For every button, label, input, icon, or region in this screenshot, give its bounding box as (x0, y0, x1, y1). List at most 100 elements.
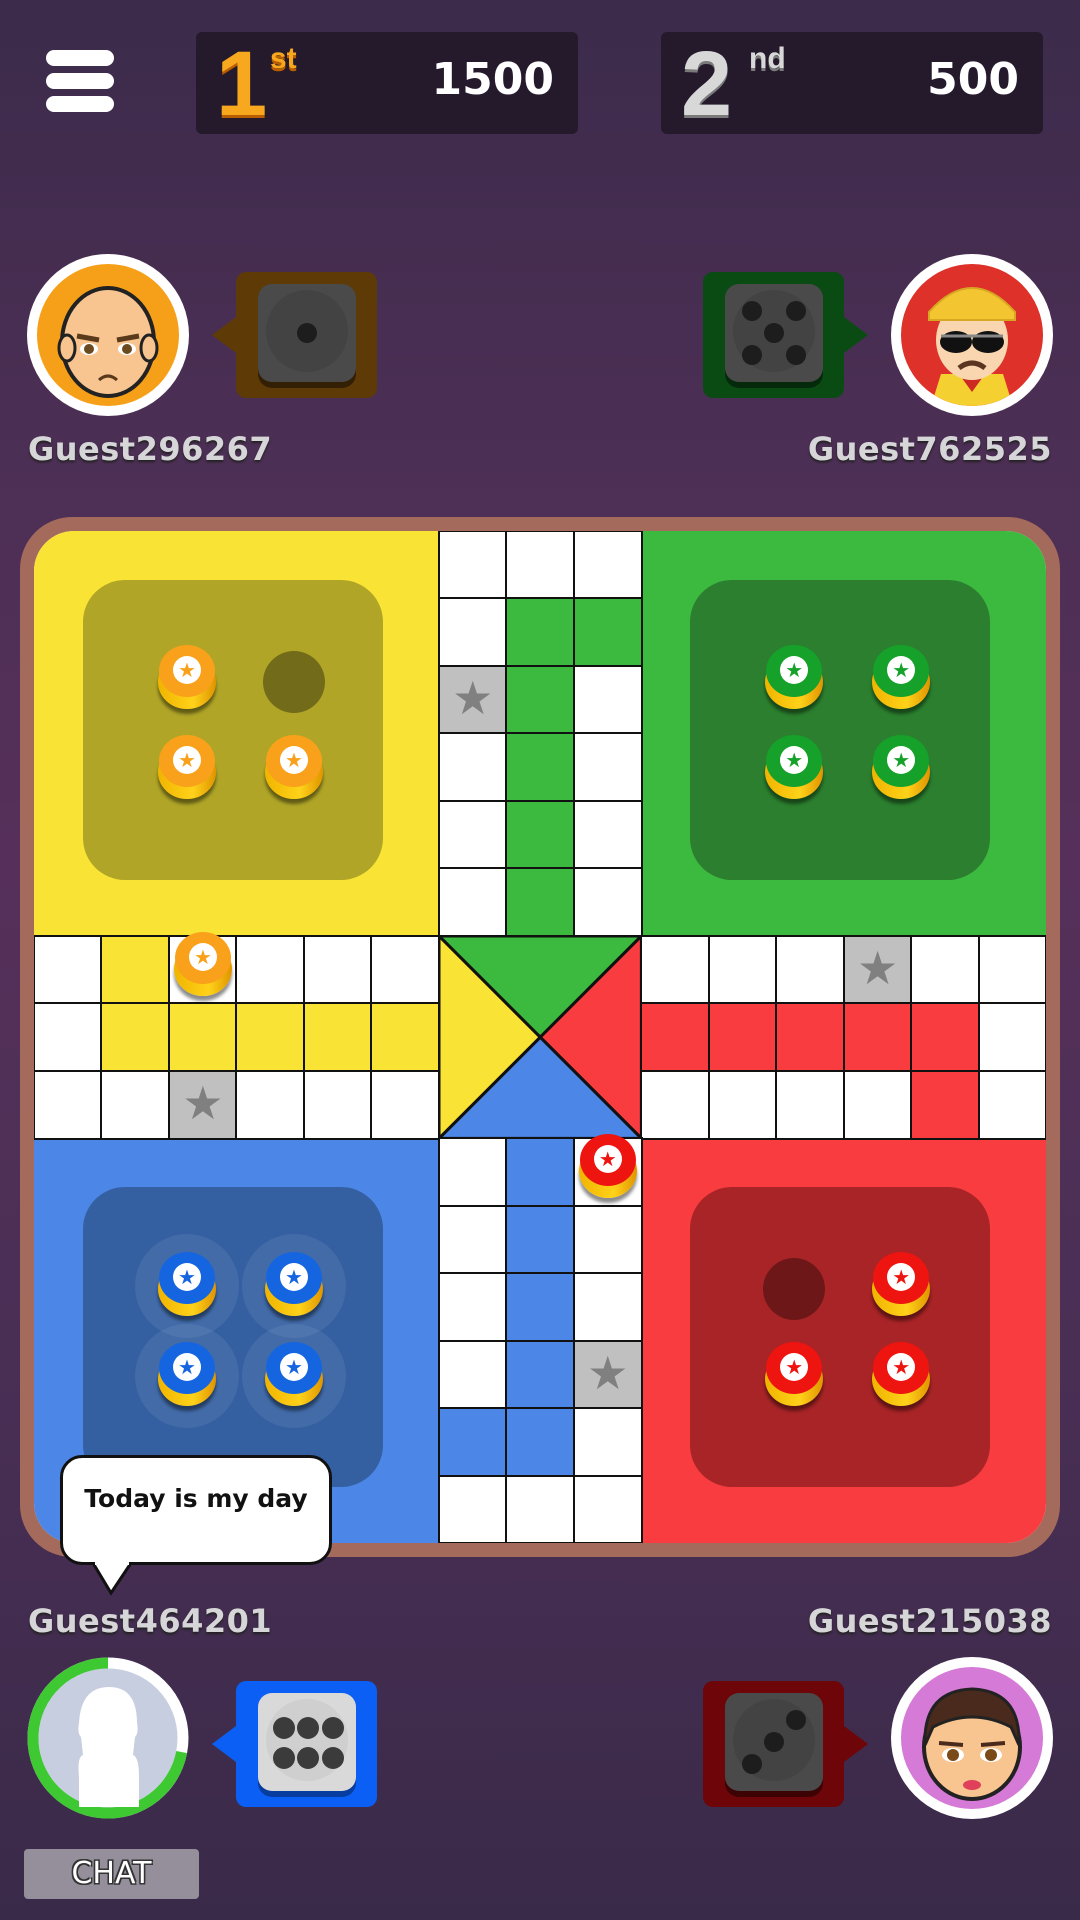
token-yellow[interactable]: ★ (265, 735, 323, 801)
token-red[interactable]: ★ (765, 1342, 824, 1408)
token-red[interactable]: ★ (578, 1134, 637, 1200)
track-cell (235, 1069, 306, 1140)
dice-pip (764, 1732, 784, 1752)
dice-box-green (703, 272, 868, 398)
track-cell (572, 1204, 643, 1275)
track-cell (775, 934, 846, 1005)
token-green[interactable]: ★ (765, 735, 824, 801)
token-top: ★ (159, 1342, 215, 1395)
home-lane-cell-green (505, 664, 576, 735)
player-avatar-blue[interactable] (27, 1657, 189, 1819)
token-red[interactable]: ★ (872, 1252, 931, 1318)
track-cell (977, 1069, 1046, 1140)
token-red[interactable]: ★ (872, 1342, 931, 1408)
dice-icon[interactable] (258, 1693, 356, 1791)
star-icon: ★ (173, 1353, 201, 1382)
track-cell (707, 934, 778, 1005)
track-cell (437, 732, 508, 803)
star-icon: ★ (173, 1263, 201, 1292)
track-cell (370, 1069, 441, 1140)
token-top: ★ (766, 645, 823, 697)
leaderboard-second-place: 2 nd 500 (661, 32, 1043, 134)
token-blue[interactable]: ★ (158, 1252, 216, 1318)
home-lane-cell-blue (437, 1407, 508, 1478)
token-green[interactable]: ★ (872, 645, 931, 711)
star-icon: ★ (780, 746, 809, 774)
empty-token-slot (263, 651, 325, 713)
player-avatar-yellow[interactable] (27, 254, 189, 416)
dice-pip (297, 323, 317, 343)
track-cell (437, 1474, 508, 1543)
track-cell (572, 732, 643, 803)
star-icon: ★ (182, 1075, 224, 1130)
safe-star-cell: ★ (572, 1339, 643, 1410)
track-cell (505, 1474, 576, 1543)
track-cell (910, 934, 981, 1005)
player-avatar-red[interactable] (891, 1657, 1053, 1819)
home-quadrant-yellow: ★ ★ ★ (34, 531, 439, 936)
player-avatar-green[interactable] (891, 254, 1053, 416)
player-name-red: Guest215038 (807, 1602, 1052, 1640)
token-blue[interactable]: ★ (265, 1252, 323, 1318)
token-green[interactable]: ★ (872, 735, 931, 801)
home-lane-cell-blue (505, 1272, 576, 1343)
home-base-blue: ★ ★ ★ ★ (83, 1187, 383, 1488)
bald-man-avatar (37, 264, 179, 406)
home-lane-cell-green (505, 867, 576, 938)
track-cell (34, 1069, 103, 1140)
dice-icon[interactable] (725, 1693, 823, 1791)
dice-icon[interactable] (725, 284, 823, 382)
token-green[interactable]: ★ (765, 645, 824, 711)
token-top: ★ (766, 735, 823, 787)
token-top: ★ (873, 1342, 930, 1395)
dice-pip (742, 1753, 763, 1774)
rank-suffix: st (270, 42, 297, 75)
home-lane-cell-green (505, 799, 576, 870)
token-blue[interactable]: ★ (265, 1342, 323, 1408)
track-cell (437, 867, 508, 938)
star-icon: ★ (780, 656, 809, 684)
token-top: ★ (266, 1342, 322, 1395)
finish-center (437, 934, 643, 1140)
token-yellow[interactable]: ★ (158, 645, 216, 711)
star-icon: ★ (887, 1353, 916, 1382)
token-yellow[interactable]: ★ (173, 931, 232, 998)
dice-pip (764, 323, 784, 343)
star-icon: ★ (188, 942, 217, 971)
track-cell (572, 1407, 643, 1478)
track-cell (437, 799, 508, 870)
home-lane-cell-blue (505, 1407, 576, 1478)
track-cell (235, 934, 306, 1005)
default-silhouette-avatar (78, 1687, 139, 1807)
star-icon: ★ (887, 746, 916, 774)
track-cell (505, 531, 576, 600)
menu-button[interactable] (44, 48, 116, 114)
star-icon: ★ (856, 940, 899, 995)
token-top: ★ (579, 1134, 636, 1187)
dice-pip (785, 344, 806, 365)
token-top: ★ (266, 735, 322, 787)
home-lane-cell-yellow (370, 1002, 441, 1073)
dice-pip (321, 1717, 344, 1740)
home-base-green: ★ ★ ★ ★ (690, 580, 991, 880)
home-base-red: ★ ★ ★ (690, 1187, 991, 1488)
track-cell (640, 934, 711, 1005)
dice-box-red (703, 1681, 868, 1807)
chat-button[interactable]: CHAT (24, 1849, 199, 1899)
star-icon: ★ (280, 1353, 308, 1382)
track-cell (640, 1069, 711, 1140)
token-yellow[interactable]: ★ (158, 735, 216, 801)
track-cell (572, 799, 643, 870)
track-cell (572, 531, 643, 600)
token-blue[interactable]: ★ (158, 1342, 216, 1408)
dice-icon[interactable] (258, 284, 356, 382)
home-lane-cell-yellow (235, 1002, 306, 1073)
dice-pointer (212, 1726, 236, 1762)
construction-worker-avatar (901, 264, 1043, 406)
rank-score: 1500 (431, 54, 554, 105)
track-cell (370, 934, 441, 1005)
star-icon: ★ (593, 1145, 622, 1174)
token-top: ★ (873, 1252, 930, 1305)
dice-pip (742, 344, 763, 365)
dice-pip (272, 1717, 295, 1740)
